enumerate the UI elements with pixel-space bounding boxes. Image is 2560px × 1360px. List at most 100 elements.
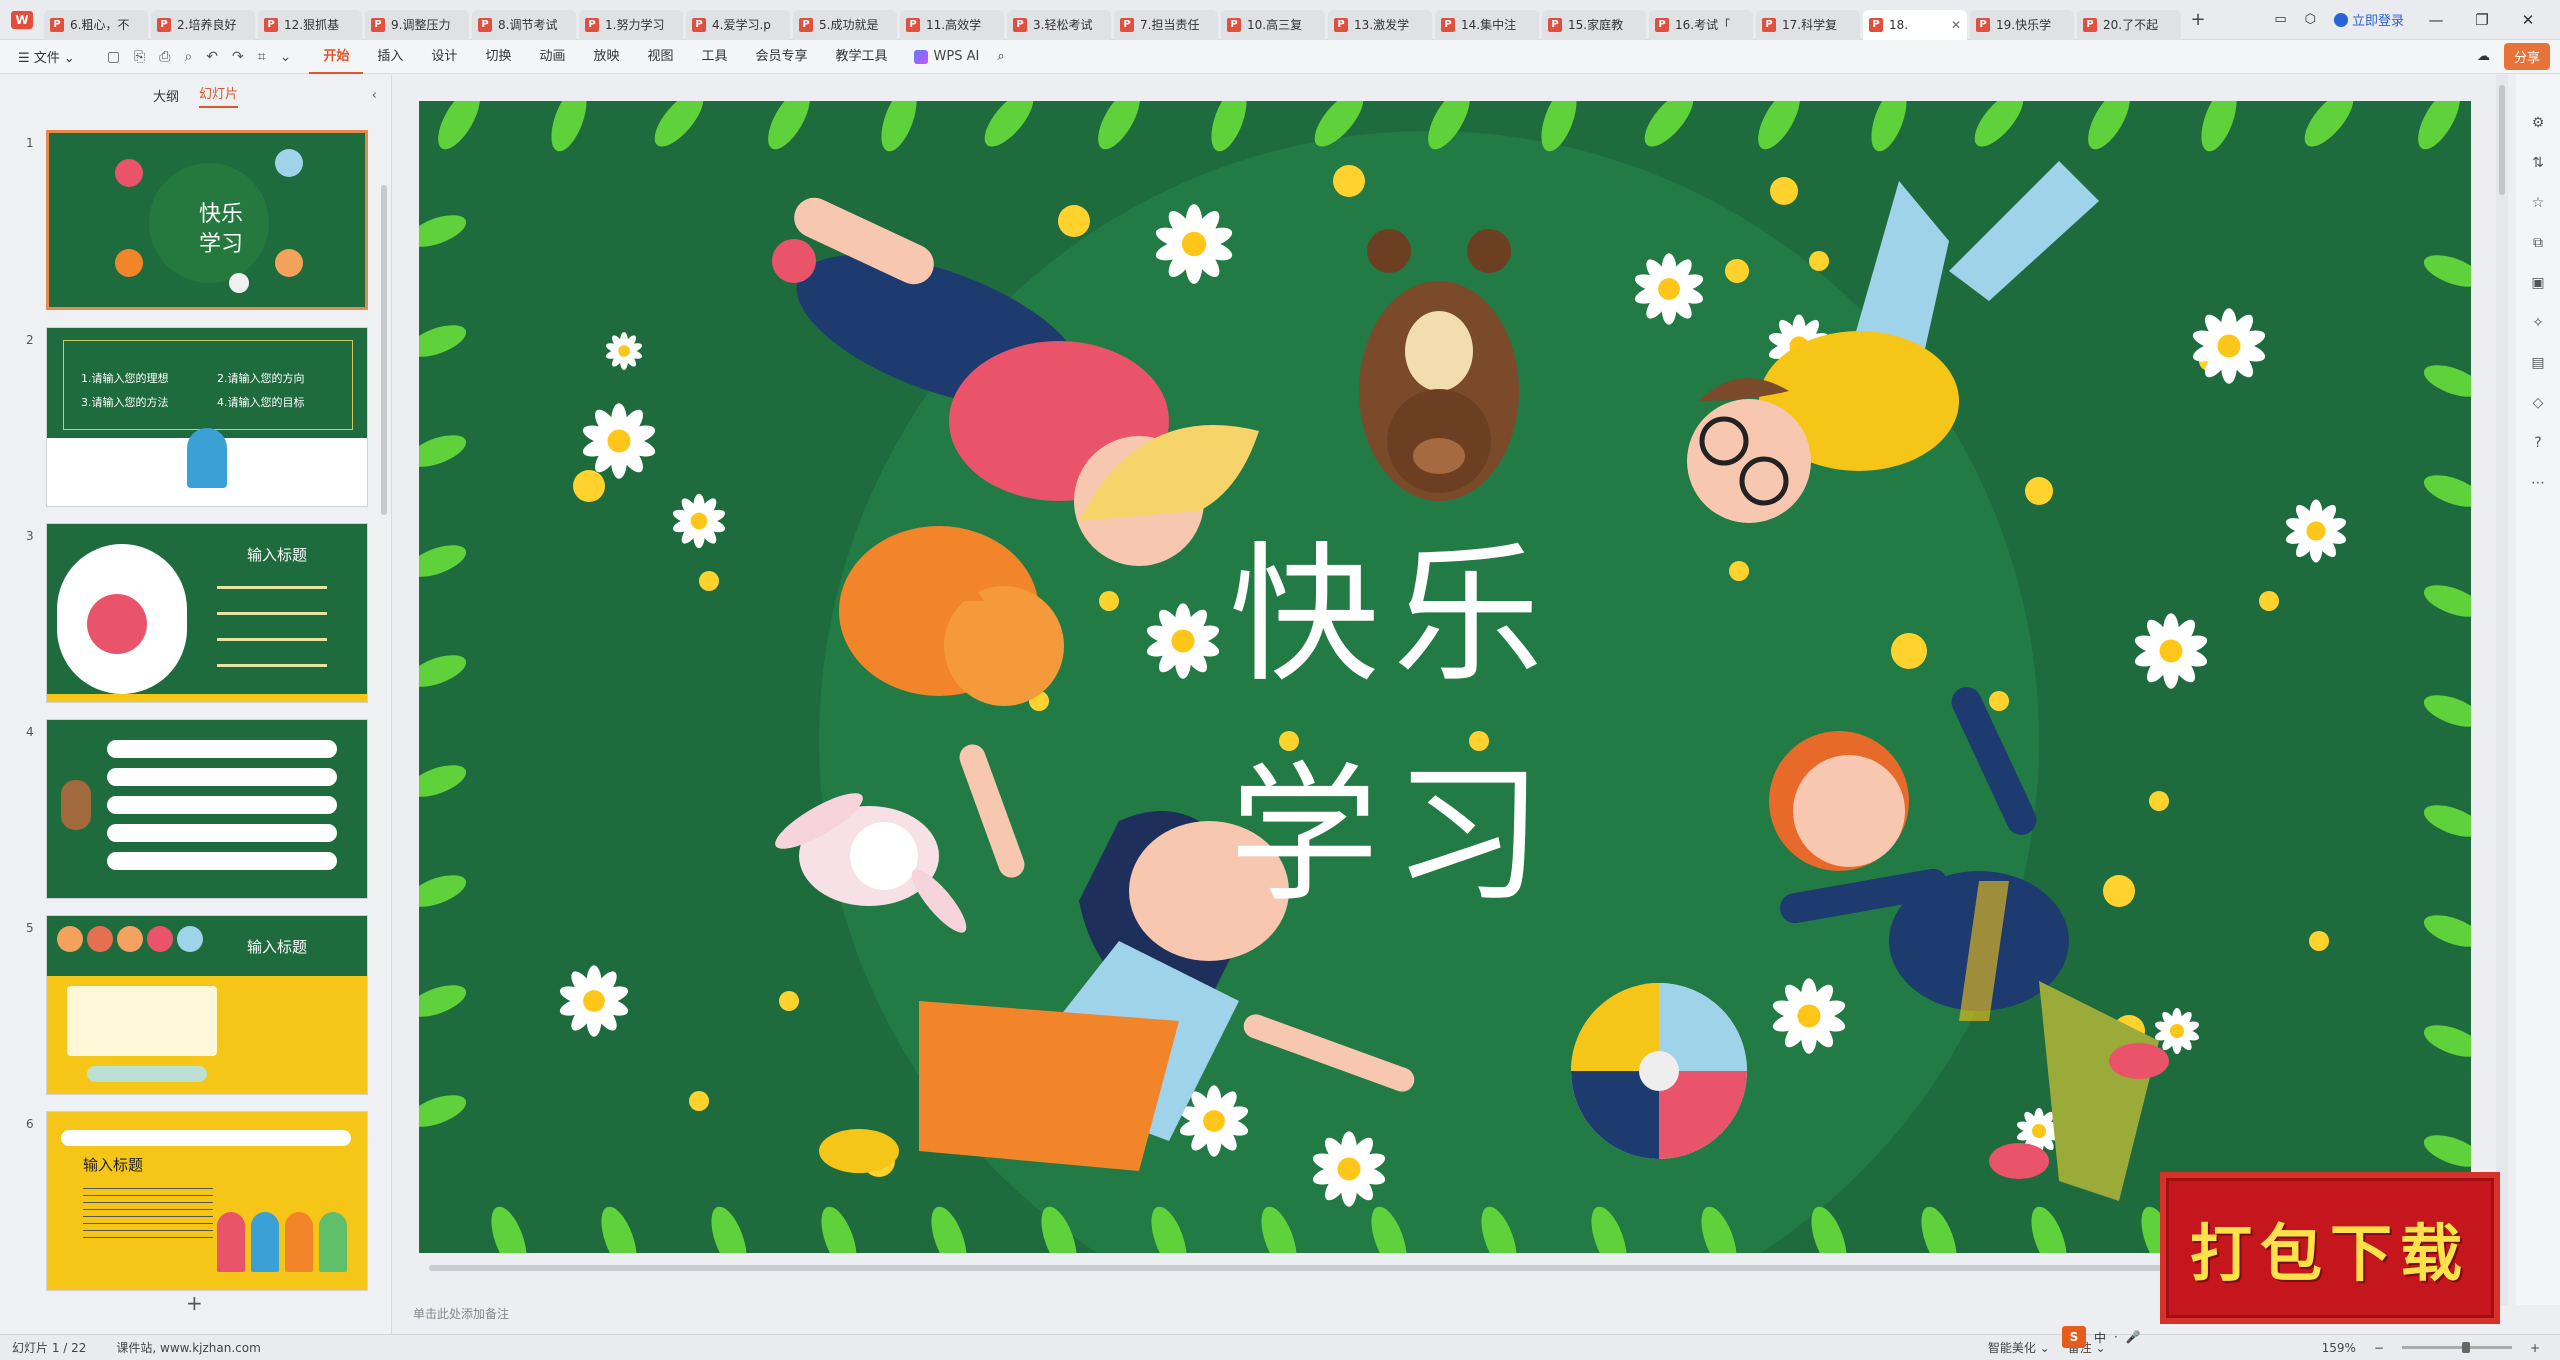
help-icon[interactable]: ? <box>2534 435 2541 451</box>
zoom-level[interactable]: 159% <box>2322 1341 2356 1355</box>
document-tab[interactable]: P 17.科学复 <box>1756 9 1860 40</box>
ribbon-tab[interactable]: 视图 <box>633 40 687 74</box>
undo-icon[interactable]: ↶ <box>206 49 218 65</box>
ime-punct-icon[interactable]: · <box>2114 1330 2118 1344</box>
tab-slides[interactable]: 幻灯片 <box>199 83 239 108</box>
share-button[interactable]: 分享 <box>2503 43 2550 70</box>
ribbon-tab[interactable]: 设计 <box>417 40 471 74</box>
ribbon-tab[interactable]: 动画 <box>525 40 579 74</box>
document-tab[interactable]: P 6.粗心，不 <box>44 9 148 40</box>
document-tab-label: 1.努力学习 <box>605 18 665 32</box>
leaf <box>984 101 1034 147</box>
document-tab[interactable]: P 13.激发学 <box>1328 9 1432 40</box>
restore-button[interactable]: ❐ <box>2468 11 2496 29</box>
more-icon[interactable]: ⋯ <box>2531 475 2545 491</box>
notes-placeholder[interactable]: 单击此处添加备注 <box>413 1305 509 1322</box>
slide-thumbnail-3[interactable]: 输入标题 <box>46 523 368 703</box>
document-tab[interactable]: P 12.狠抓基 <box>258 9 362 40</box>
preview-icon[interactable]: ⌕ <box>184 49 192 65</box>
cloud-sync-icon[interactable]: ☁ <box>2477 49 2490 64</box>
print-icon[interactable]: ⎙ <box>159 49 170 65</box>
slide-thumbnail-1[interactable]: 快乐 学习 <box>46 130 368 310</box>
ime-mode-icon[interactable]: 中 <box>2094 1329 2106 1346</box>
redo-icon[interactable]: ↷ <box>232 49 244 65</box>
new-tab-button[interactable]: + <box>2184 9 2212 30</box>
collapse-panel-icon[interactable]: ‹ <box>372 88 377 103</box>
shapes-icon[interactable]: ◇ <box>2533 395 2544 411</box>
thumb3-title: 输入标题 <box>247 546 308 564</box>
yellow-dot <box>2309 931 2329 951</box>
add-slide-button[interactable]: + <box>186 1291 203 1315</box>
document-tab[interactable]: P 10.高三复 <box>1221 9 1325 40</box>
slide-thumbnail-4[interactable] <box>46 719 368 899</box>
vertical-scrollbar[interactable] <box>2496 75 2508 1305</box>
cube-icon[interactable]: ⬡ <box>2305 12 2316 27</box>
ribbon-tab[interactable]: 工具 <box>688 40 742 74</box>
zoom-slider[interactable] <box>2401 1342 2512 1353</box>
magic-icon[interactable]: ✧ <box>2532 315 2544 331</box>
layout-icon[interactable]: ▭ <box>2274 12 2286 27</box>
document-tab[interactable]: P 8.调节考试 <box>472 9 576 40</box>
ribbon-tab[interactable]: 插入 <box>363 40 417 74</box>
document-tab[interactable]: P 11.高效学 <box>900 9 1004 40</box>
document-tab[interactable]: P 9.调整压力 <box>365 9 469 40</box>
close-tab-icon[interactable]: ✕ <box>1951 18 1961 32</box>
current-slide[interactable]: 快乐 学习 <box>419 101 2471 1253</box>
document-tab[interactable]: P 19.快乐学 <box>1970 9 2074 40</box>
document-tab[interactable]: P 18. ✕ <box>1863 9 1967 40</box>
document-tab-label: 15.家庭教 <box>1568 18 1624 32</box>
ribbon-tab[interactable]: 会员专享 <box>742 40 822 74</box>
star-icon[interactable]: ☆ <box>2532 195 2545 211</box>
ribbon-tab[interactable]: 切换 <box>471 40 525 74</box>
adjust-icon[interactable]: ⇅ <box>2532 155 2544 171</box>
document-tab[interactable]: P 14.集中注 <box>1435 9 1539 40</box>
leaf <box>2423 585 2471 617</box>
document-tab[interactable]: P 5.成功就是 <box>793 9 897 40</box>
smart-beautify-button[interactable]: 智能美化 ⌄ <box>1988 1339 2050 1356</box>
slide-thumbnail-5[interactable]: 输入标题 <box>46 915 368 1095</box>
yellow-dot <box>1891 633 1927 669</box>
file-menu[interactable]: ☰ 文件 ⌄ <box>0 47 89 66</box>
book-icon[interactable]: ▤ <box>2531 355 2544 371</box>
ribbon-tab[interactable]: 开始 <box>309 40 364 74</box>
dropdown-chevron-icon[interactable]: ⌄ <box>280 49 292 65</box>
document-tab[interactable]: P 7.担当责任 <box>1114 9 1218 40</box>
image-icon[interactable]: ▣ <box>2531 275 2544 291</box>
document-tab[interactable]: P 20.了不起 <box>2077 9 2181 40</box>
slide-thumbnail-2[interactable]: 1.请输入您的理想 2.请输入您的方向 3.请输入您的方法 4.请输入您的目标 <box>46 327 368 507</box>
zoom-out-icon[interactable]: − <box>2374 1341 2384 1355</box>
document-tab-label: 11.高效学 <box>926 18 982 32</box>
slide-number: 4 <box>26 725 34 739</box>
leaf <box>2423 475 2471 507</box>
document-tab[interactable]: P 4.爱学习.p <box>686 9 790 40</box>
document-tab[interactable]: P 15.家庭教 <box>1542 9 1646 40</box>
save-icon[interactable]: ▢ <box>107 49 120 65</box>
ribbon-tab[interactable]: 教学工具 <box>822 40 902 74</box>
format-painter-icon[interactable]: ⌗ <box>258 49 266 65</box>
properties-icon[interactable]: ⚙ <box>2532 115 2545 131</box>
ribbon-tab[interactable]: 放映 <box>579 40 633 74</box>
search-icon[interactable]: ⌕ <box>991 49 1010 64</box>
ime-mic-icon[interactable]: 🎤 <box>2126 1330 2141 1344</box>
zoom-in-icon[interactable]: + <box>2530 1341 2540 1355</box>
document-tab[interactable]: P 1.努力学习 <box>579 9 683 40</box>
slide-thumbnail-6[interactable]: 输入标题 <box>46 1111 368 1291</box>
yellow-dot <box>2103 875 2135 907</box>
document-tab[interactable]: P 16.考试「 <box>1649 9 1753 40</box>
document-tab[interactable]: P 3.轻松考试 <box>1007 9 1111 40</box>
leaf <box>601 1206 637 1253</box>
wps-logo-icon[interactable]: W <box>0 0 44 40</box>
export-icon[interactable]: ⎘ <box>134 49 145 65</box>
tab-outline[interactable]: 大纲 <box>153 86 179 105</box>
ime-logo-icon[interactable]: S <box>2062 1326 2086 1348</box>
minimize-button[interactable]: — <box>2422 11 2450 29</box>
login-button[interactable]: 立即登录 <box>2333 10 2404 29</box>
leaf <box>1871 101 1907 152</box>
ppt-file-icon: P <box>2083 17 2097 32</box>
panel-scrollbar[interactable] <box>381 185 387 515</box>
wps-ai-button[interactable]: WPS AI <box>902 49 992 64</box>
document-tab-label: 16.考试「 <box>1675 18 1731 32</box>
close-window-button[interactable]: ✕ <box>2514 11 2542 29</box>
copy-icon[interactable]: ⧉ <box>2533 235 2543 251</box>
document-tab[interactable]: P 2.培养良好 <box>151 9 255 40</box>
